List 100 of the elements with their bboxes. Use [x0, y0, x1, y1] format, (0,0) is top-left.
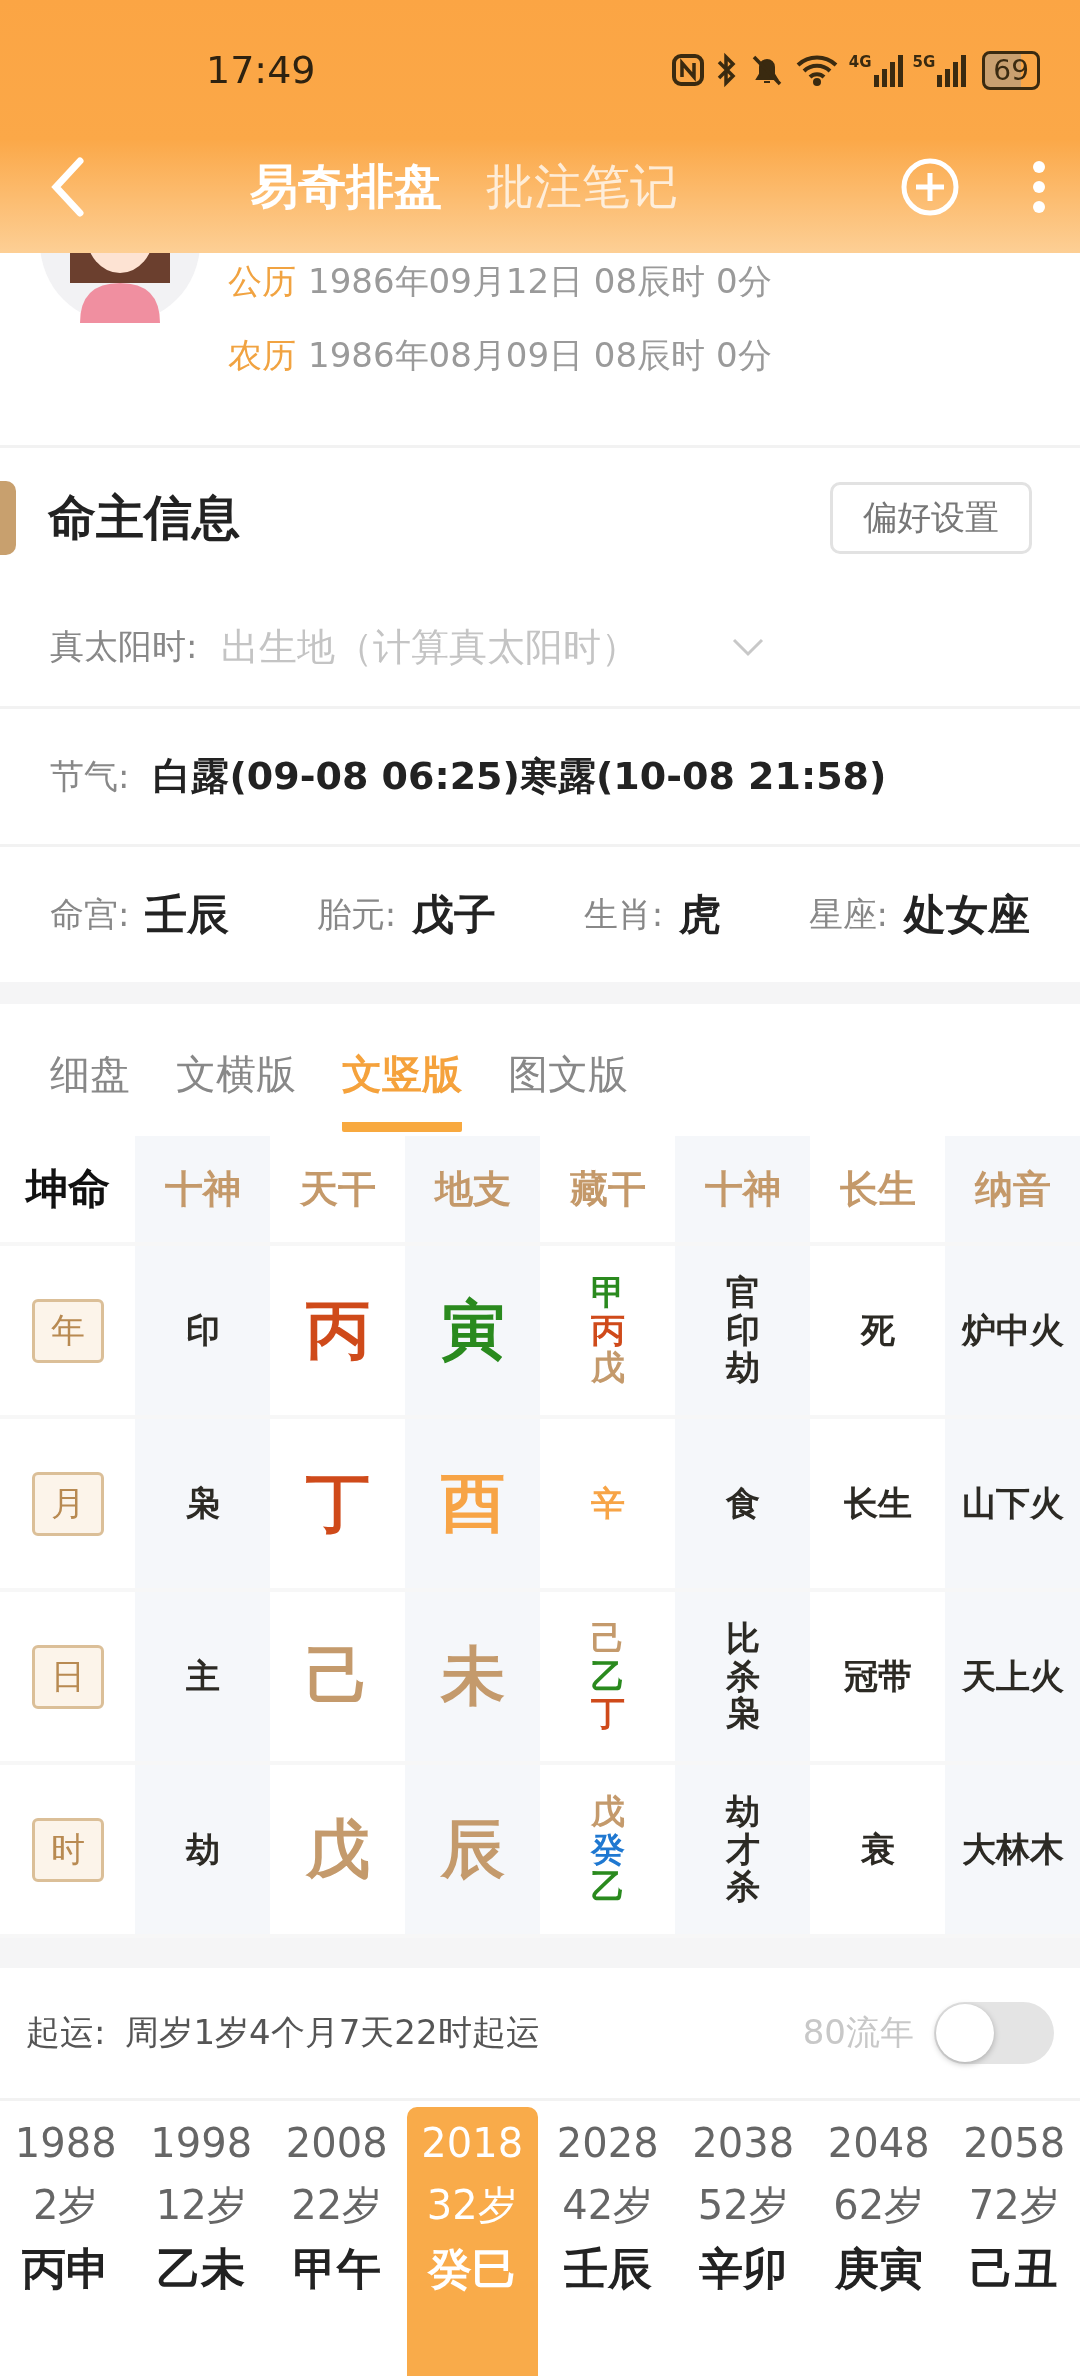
wifi-icon	[794, 53, 839, 87]
period-pillar: 乙未	[157, 2247, 246, 2291]
hidden-stem: 丁	[590, 1695, 625, 1733]
view-tab[interactable]: 图文版	[508, 1026, 628, 1132]
period-year: 2028	[556, 2123, 659, 2163]
period-year: 2038	[692, 2123, 795, 2163]
period-year: 2048	[827, 2123, 930, 2163]
toggle-switch[interactable]	[934, 2002, 1054, 2064]
period-age: 2岁	[33, 2185, 99, 2225]
heavenly-stem: 丁	[305, 1465, 370, 1542]
birthplace-select[interactable]: 出生地（计算真太阳时）	[221, 625, 766, 669]
pillar-tag: 年	[31, 1298, 104, 1363]
hidden-stem: 甲	[590, 1274, 625, 1312]
calendar-label: 农历	[228, 334, 296, 377]
earthly-branch: 未	[440, 1638, 505, 1715]
status-time: 17:49	[206, 48, 317, 92]
nayin: 大林木	[961, 1827, 1064, 1871]
network-label: 4G	[848, 53, 872, 71]
period-year: 1998	[150, 2123, 253, 2163]
solar-time-label: 真太阳时:	[50, 625, 198, 668]
nayin: 炉中火	[961, 1308, 1064, 1352]
pillar-tag: 时	[31, 1817, 104, 1882]
heavenly-stem: 己	[305, 1638, 370, 1715]
view-tab[interactable]: 细盘	[50, 1026, 130, 1132]
period-pillar: 庚寅	[834, 2247, 923, 2291]
hidden-ten-gods: 官印劫	[725, 1274, 760, 1387]
hidden-stem: 己	[590, 1620, 625, 1658]
earthly-branch: 寅	[440, 1292, 505, 1369]
attribute-value: 处女座	[904, 888, 1030, 941]
period-age: 22岁	[291, 2185, 383, 2225]
attribute-label: 命宫:	[50, 892, 130, 936]
calendar-label: 公历	[228, 260, 296, 303]
period-pillar: 癸巳	[428, 2247, 517, 2291]
growth-stage: 衰	[860, 1827, 895, 1871]
hidden-ten-gods: 劫才杀	[725, 1793, 760, 1906]
preferences-button[interactable]: 偏好设置	[830, 482, 1032, 554]
period-age: 72岁	[968, 2185, 1060, 2225]
view-tab[interactable]: 文横版	[176, 1026, 296, 1132]
birth-date: 1986年09月12日 08辰时 0分	[308, 260, 772, 303]
attribute-label: 生肖:	[583, 892, 664, 936]
nayin: 天上火	[961, 1654, 1064, 1698]
ten-god: 印	[185, 1308, 220, 1352]
heavenly-stem: 丙	[305, 1292, 370, 1369]
solar-terms-label: 节气:	[50, 754, 130, 798]
earthly-branch: 酉	[440, 1465, 505, 1542]
period-year: 2008	[285, 2123, 388, 2163]
column-header: 地支	[434, 1165, 511, 1213]
luck-start-label: 起运:	[26, 2011, 106, 2054]
attribute-value: 戊子	[412, 888, 497, 941]
period-year: 1988	[14, 2123, 117, 2163]
nayin: 山下火	[961, 1481, 1064, 1525]
ten-god: 枭	[185, 1481, 220, 1525]
hidden-stem: 乙	[590, 1868, 625, 1906]
attribute-value: 壬辰	[145, 888, 230, 941]
period-pillar: 丙申	[21, 2247, 110, 2291]
column-header: 天干	[299, 1165, 376, 1213]
period-pillar: 甲午	[292, 2247, 381, 2291]
period-age: 52岁	[697, 2185, 789, 2225]
period-pillar: 壬辰	[563, 2247, 652, 2291]
birth-date: 1986年08月09日 08辰时 0分	[308, 334, 772, 377]
period-year: 2018	[421, 2123, 524, 2163]
period-age: 42岁	[562, 2185, 654, 2225]
period-pillar: 辛卯	[699, 2247, 788, 2291]
section-title: 命主信息	[48, 488, 241, 547]
column-header: 藏干	[569, 1165, 646, 1213]
ten-god: 主	[185, 1654, 220, 1698]
hidden-stem: 乙	[590, 1657, 625, 1696]
battery-indicator: 69	[982, 50, 1040, 90]
hidden-stem: 辛	[590, 1484, 625, 1523]
more-icon[interactable]	[1032, 159, 1046, 214]
growth-stage: 死	[860, 1308, 895, 1352]
growth-stage: 冠带	[843, 1654, 912, 1698]
attribute-label: 星座:	[808, 892, 888, 936]
period-age: 32岁	[426, 2185, 518, 2225]
period-year: 2058	[963, 2123, 1066, 2163]
chevron-down-icon	[731, 637, 766, 657]
column-header: 纳音	[974, 1165, 1051, 1213]
hidden-ten-gods: 比杀枭	[725, 1620, 760, 1733]
period-age: 12岁	[155, 2185, 247, 2225]
add-icon[interactable]	[900, 156, 960, 217]
signal-icon	[872, 53, 903, 87]
ten-god: 劫	[185, 1827, 220, 1871]
gender-label: 坤命	[25, 1163, 110, 1215]
luck-start-value: 周岁1岁4个月7天22时起运	[125, 2011, 541, 2054]
growth-stage: 长生	[843, 1481, 912, 1525]
column-header: 十神	[704, 1165, 781, 1213]
signal-icon	[936, 53, 967, 87]
solar-terms-value: 白露(09-08 06:25)寒露(10-08 21:58)	[153, 753, 887, 800]
network-label: 5G	[912, 53, 936, 71]
column-header: 十神	[164, 1165, 241, 1213]
period-age: 62岁	[833, 2185, 925, 2225]
hidden-stem: 丙	[590, 1311, 625, 1350]
nfc-icon	[670, 53, 705, 87]
earthly-branch: 辰	[440, 1811, 505, 1888]
hidden-stem: 癸	[590, 1830, 625, 1869]
pillar-tag: 月	[31, 1471, 104, 1536]
pillar-tag: 日	[31, 1644, 104, 1709]
attribute-value: 虎	[679, 888, 722, 941]
attribute-label: 胎元:	[316, 892, 397, 936]
hidden-stem: 戊	[590, 1349, 625, 1387]
